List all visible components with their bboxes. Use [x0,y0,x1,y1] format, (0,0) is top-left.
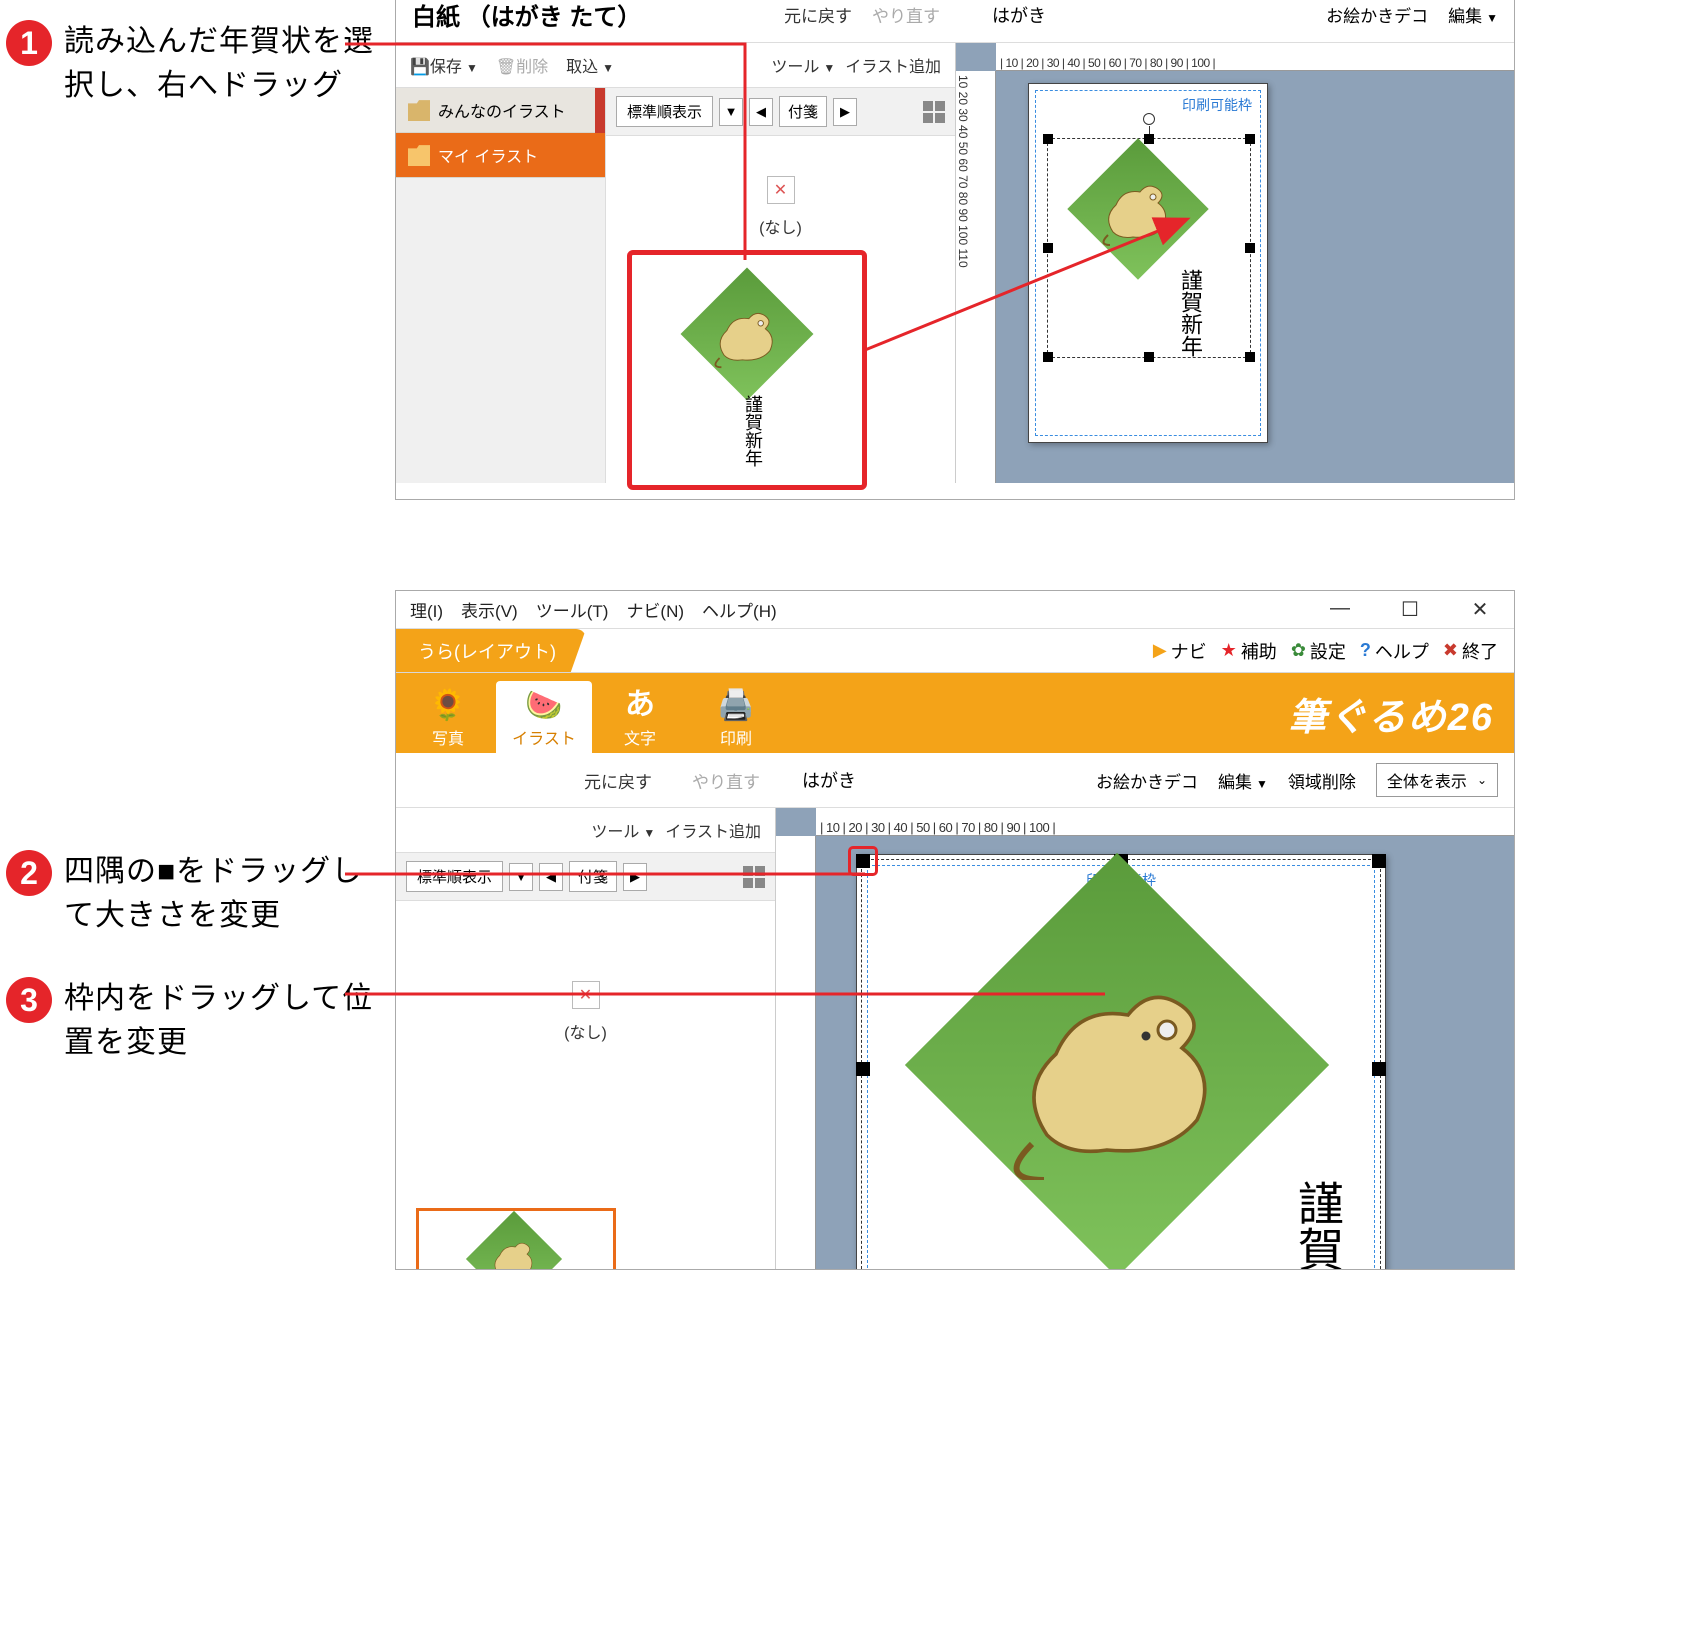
oekaki-button-2[interactable]: お絵かきデコ [1096,768,1198,793]
grid-view-icon[interactable] [923,101,945,123]
callout-text-3: 枠内をドラッグして位置を変更 [64,977,374,1064]
chevron-down-icon: ▼ [1256,777,1268,791]
resize-handle-e-2[interactable] [1372,1062,1386,1076]
illust-icon: 🍉 [525,688,562,723]
resize-handle-w-2[interactable] [856,1062,870,1076]
canvas-label-2: はがき [802,767,856,793]
template-title: 白紙 （はがき たて） [412,0,641,32]
redo-button-2: やり直す [692,768,760,793]
edit-button[interactable]: 編集▼ [1448,2,1498,27]
gear-icon: ✿ [1291,640,1306,661]
assist-button-2[interactable]: ★補助 [1221,638,1277,664]
annotation-line-3 [345,990,1105,1000]
tab-back-2[interactable]: うら(レイアウト) [396,629,586,672]
menu-navi-2[interactable]: ナビ(N) [626,597,684,622]
action-print-2[interactable]: 🖨️印刷 [688,681,784,753]
ruler-vertical-2 [776,836,816,1270]
menu-illust-mgr-2[interactable]: 理(I) [410,597,443,622]
tool-button-2[interactable]: ツール▼ [591,818,655,842]
selection-frame-2[interactable]: 謹賀 [861,859,1381,1270]
region-delete-button[interactable]: 領域削除 [1288,768,1356,793]
ruler-horizontal: | 10 | 20 | 30 | 40 | 50 | 60 | 70 | 80 … [996,43,1514,71]
printable-frame-label: 印刷可能枠 [1182,95,1252,115]
add-illust-button[interactable]: イラスト追加 [845,53,941,77]
minimize-button[interactable]: — [1320,597,1360,622]
chevron-down-icon: ⌄ [1477,773,1487,787]
next-button[interactable]: ▶ [833,98,857,126]
action-photo-2[interactable]: 🌻写真 [400,681,496,753]
cross-icon: ✕ [774,180,787,200]
resize-handle-nw[interactable] [1043,134,1053,144]
close-icon: ✖ [1443,640,1458,661]
thumb-none-label: (なし) [759,214,802,238]
callout-badge-2: 2 [6,850,52,896]
greeting-text-thumb: 謹賀新年 [740,395,766,467]
annotation-arrow [865,200,1205,380]
resize-handle-ne[interactable] [1245,134,1255,144]
thumb-none[interactable]: ✕ [767,176,795,204]
star-icon: ★ [1221,640,1237,661]
thumb-none-label-2: (なし) [564,1019,607,1043]
husen-button[interactable]: 付箋 [779,96,827,127]
cursor-icon: ▶ [1153,640,1167,661]
tool-button[interactable]: ツール▼ [771,53,835,77]
oekaki-button[interactable]: お絵かきデコ [1326,2,1428,27]
undo-button[interactable]: 元に戻す [784,2,852,27]
postcard-canvas-2[interactable]: 印刷可能枠 [856,854,1386,1270]
brand-logo: 筆ぐるめ26 [1288,686,1514,741]
ruler-horizontal-2: | 10 | 20 | 30 | 40 | 50 | 60 | 70 | 80 … [816,808,1514,836]
menu-help-2[interactable]: ヘルプ(H) [702,597,777,622]
rotate-handle[interactable] [1143,113,1155,125]
close-button[interactable]: ✕ [1460,597,1500,622]
greeting-text-2: 謹賀 [1284,1180,1350,1270]
annotation-line-1 [345,40,745,270]
settings-button[interactable]: ✿設定 [1291,638,1346,664]
zoom-select[interactable]: 全体を表示⌄ [1376,763,1498,797]
callout-badge-1: 1 [6,20,52,66]
callout-text-1: 読み込んだ年賀状を選択し、右へドラッグ [64,20,374,107]
add-illust-button-2[interactable]: イラスト追加 [665,818,761,842]
thumb-selected[interactable] [416,1208,616,1270]
text-icon: あ [625,679,655,723]
canvas-label: はがき [992,2,1046,28]
resize-handle-se[interactable] [1245,352,1255,362]
navi-button-2[interactable]: ▶ナビ [1153,638,1207,664]
annotation-selection-box: 謹賀新年 [627,250,867,490]
annotation-line-2 [345,870,865,880]
chevron-down-icon: ▼ [1486,11,1498,25]
edit-button-2[interactable]: 編集▼ [1218,768,1268,793]
print-icon: 🖨️ [717,688,754,723]
callout-badge-3: 3 [6,977,52,1023]
resize-handle-n[interactable] [1144,134,1154,144]
menu-tools-2[interactable]: ツール(T) [536,597,609,622]
prev-button[interactable]: ◀ [749,98,773,126]
action-illust-2[interactable]: 🍉イラスト [496,681,592,753]
menu-view-2[interactable]: 表示(V) [461,597,518,622]
photo-icon: 🌻 [429,688,466,723]
undo-button-2[interactable]: 元に戻す [584,768,652,793]
redo-button: やり直す [872,2,940,27]
callout-text-2: 四隅の■をドラッグして大きさを変更 [64,850,374,937]
exit-button[interactable]: ✖終了 [1443,638,1498,664]
maximize-button[interactable]: ☐ [1390,597,1430,622]
help-icon: ? [1360,640,1371,661]
resize-handle-e[interactable] [1245,243,1255,253]
resize-handle-ne-2[interactable] [1372,854,1386,868]
action-text-2[interactable]: あ文字 [592,681,688,753]
help-button[interactable]: ?ヘルプ [1360,638,1429,664]
